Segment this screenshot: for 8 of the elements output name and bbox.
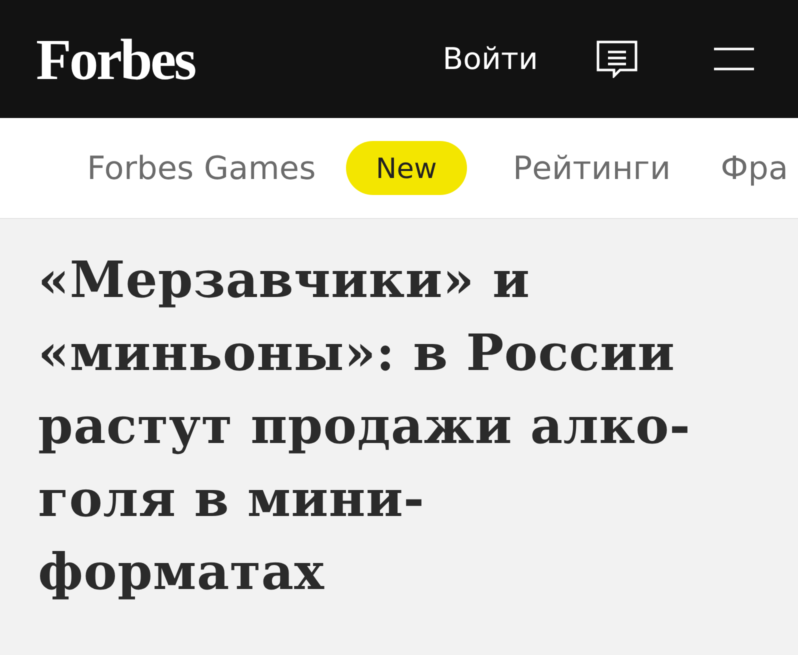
nav-link[interactable]: Рейтинги [512,149,671,187]
nav-link[interactable]: Фра [720,149,788,187]
menu-icon[interactable] [714,47,754,71]
nav-link[interactable]: Forbes Games [87,149,316,187]
login-link[interactable]: Войти [442,42,538,76]
article-headline: «Мерзавчики» и «миньоны»: в России растут продажи алко- голя в мини- форматах [38,249,692,603]
forbes-logo[interactable]: Forbes [36,26,195,92]
new-badge[interactable]: New [346,141,467,195]
